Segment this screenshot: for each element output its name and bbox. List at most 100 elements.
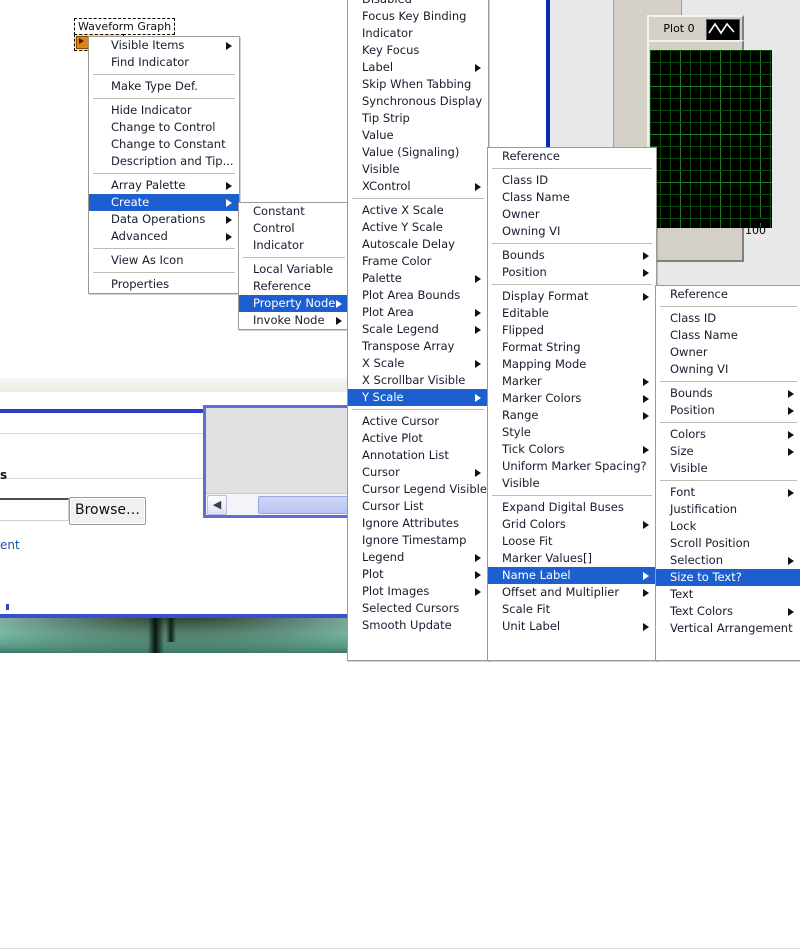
menu-item-indicator[interactable]: Indicator <box>239 237 349 254</box>
menu-item-bounds[interactable]: Bounds <box>656 385 800 402</box>
menu-item-text[interactable]: Text <box>656 586 800 603</box>
menu-item-position[interactable]: Position <box>656 402 800 419</box>
menu-item-uniform-marker-spacing[interactable]: Uniform Marker Spacing? <box>488 458 656 475</box>
menu-item-plot[interactable]: Plot <box>348 566 488 583</box>
menu-item-plot-area-bounds[interactable]: Plot Area Bounds <box>348 287 488 304</box>
menu-item-reference[interactable]: Reference <box>488 148 656 165</box>
menu-item-advanced[interactable]: Advanced <box>89 228 239 245</box>
menu-item-owner[interactable]: Owner <box>656 344 800 361</box>
menu-item-class-name[interactable]: Class Name <box>488 189 656 206</box>
menu-item-class-id[interactable]: Class ID <box>656 310 800 327</box>
menu-item-frame-color[interactable]: Frame Color <box>348 253 488 270</box>
menu-item-active-y-scale[interactable]: Active Y Scale <box>348 219 488 236</box>
menu-item-class-id[interactable]: Class ID <box>488 172 656 189</box>
menu-item-local-variable[interactable]: Local Variable <box>239 261 349 278</box>
menu-item-scale-legend[interactable]: Scale Legend <box>348 321 488 338</box>
menu-item-create[interactable]: Create <box>89 194 239 211</box>
menu-item-hide-indicator[interactable]: Hide Indicator <box>89 102 239 119</box>
menu-item-scroll-position[interactable]: Scroll Position <box>656 535 800 552</box>
menu-item-display-format[interactable]: Display Format <box>488 288 656 305</box>
menu-item-ignore-attributes[interactable]: Ignore Attributes <box>348 515 488 532</box>
menu-item-bounds[interactable]: Bounds <box>488 247 656 264</box>
menu-item-xcontrol[interactable]: XControl <box>348 178 488 195</box>
menu-item-change-to-constant[interactable]: Change to Constant <box>89 136 239 153</box>
plot-legend[interactable]: Plot 0 <box>647 15 744 43</box>
menu-item-transpose-array[interactable]: Transpose Array <box>348 338 488 355</box>
menu-item-format-string[interactable]: Format String <box>488 339 656 356</box>
menu-item-visible[interactable]: Visible <box>488 475 656 492</box>
horizontal-scrollbar[interactable]: ◀ <box>206 493 355 515</box>
waveform-graph-context-menu[interactable]: Visible Items Find Indicator Make Type Def… <box>88 36 240 294</box>
menu-item-property-node[interactable]: Property Node <box>239 295 349 312</box>
menu-item-active-cursor[interactable]: Active Cursor <box>348 413 488 430</box>
menu-item-properties[interactable]: Properties <box>89 276 239 293</box>
menu-item-font[interactable]: Font <box>656 484 800 501</box>
waveform-graph-label[interactable]: Waveform Graph <box>74 18 176 35</box>
menu-item-constant[interactable]: Constant <box>239 203 349 220</box>
menu-item-marker-colors[interactable]: Marker Colors <box>488 390 656 407</box>
menu-item-value[interactable]: Value <box>348 127 488 144</box>
menu-item-key-focus[interactable]: Key Focus <box>348 42 488 59</box>
property-node-submenu[interactable]: Disabled Focus Key Binding Indicator Key Fo… <box>347 0 489 661</box>
menu-item-annotation-list[interactable]: Annotation List <box>348 447 488 464</box>
menu-item-scale-fit[interactable]: Scale Fit <box>488 601 656 618</box>
menu-item-visible[interactable]: Visible <box>348 161 488 178</box>
menu-item-vertical-arrangement[interactable]: Vertical Arrangement <box>656 620 800 637</box>
chevron-left-icon[interactable]: ◀ <box>207 495 227 515</box>
menu-item-cursor[interactable]: Cursor <box>348 464 488 481</box>
scrollbar-thumb[interactable] <box>258 496 355 514</box>
menu-item-owning-vi[interactable]: Owning VI <box>656 361 800 378</box>
menu-item-focus-key-binding[interactable]: Focus Key Binding <box>348 8 488 25</box>
y-scale-submenu[interactable]: Reference Class ID Class Name Owner Owning V… <box>487 147 657 661</box>
content-link[interactable]: ent <box>0 538 20 552</box>
menu-item-active-x-scale[interactable]: Active X Scale <box>348 202 488 219</box>
menu-item-visible-items[interactable]: Visible Items <box>89 37 239 54</box>
menu-item-marker[interactable]: Marker <box>488 373 656 390</box>
menu-item-style[interactable]: Style <box>488 424 656 441</box>
menu-item-tick-colors[interactable]: Tick Colors <box>488 441 656 458</box>
menu-item-plot-images[interactable]: Plot Images <box>348 583 488 600</box>
menu-item-synchronous-display[interactable]: Synchronous Display <box>348 93 488 110</box>
menu-item-active-plot[interactable]: Active Plot <box>348 430 488 447</box>
menu-item-array-palette[interactable]: Array Palette <box>89 177 239 194</box>
menu-item-x-scrollbar-visible[interactable]: X Scrollbar Visible <box>348 372 488 389</box>
menu-item-invoke-node[interactable]: Invoke Node <box>239 312 349 329</box>
menu-item-name-label[interactable]: Name Label <box>488 567 656 584</box>
browse-button[interactable]: Browse… <box>69 497 146 525</box>
menu-item-class-name[interactable]: Class Name <box>656 327 800 344</box>
menu-item-disabled[interactable]: Disabled <box>348 0 488 8</box>
menu-item-y-scale[interactable]: Y Scale <box>348 389 488 406</box>
menu-item-find-indicator[interactable]: Find Indicator <box>89 54 239 71</box>
menu-item-skip-when-tabbing[interactable]: Skip When Tabbing <box>348 76 488 93</box>
menu-item-tip-strip[interactable]: Tip Strip <box>348 110 488 127</box>
menu-item-range[interactable]: Range <box>488 407 656 424</box>
menu-item-value-signaling[interactable]: Value (Signaling) <box>348 144 488 161</box>
menu-item-colors[interactable]: Colors <box>656 426 800 443</box>
menu-item-size-to-text[interactable]: Size to Text? <box>656 569 800 586</box>
menu-item-data-operations[interactable]: Data Operations <box>89 211 239 228</box>
menu-item-indicator[interactable]: Indicator <box>348 25 488 42</box>
menu-item-editable[interactable]: Editable <box>488 305 656 322</box>
menu-item-cursor-legend-visible[interactable]: Cursor Legend Visible <box>348 481 488 498</box>
menu-item-owner[interactable]: Owner <box>488 206 656 223</box>
menu-item-autoscale-delay[interactable]: Autoscale Delay <box>348 236 488 253</box>
menu-item-plot-area[interactable]: Plot Area <box>348 304 488 321</box>
menu-item-selection[interactable]: Selection <box>656 552 800 569</box>
menu-item-palette[interactable]: Palette <box>348 270 488 287</box>
menu-item-mapping-mode[interactable]: Mapping Mode <box>488 356 656 373</box>
menu-item-size[interactable]: Size <box>656 443 800 460</box>
menu-item-reference[interactable]: Reference <box>656 286 800 303</box>
menu-item-selected-cursors[interactable]: Selected Cursors <box>348 600 488 617</box>
menu-item-label[interactable]: Label <box>348 59 488 76</box>
name-label-submenu[interactable]: Reference Class ID Class Name Owner Owning V… <box>655 285 800 661</box>
menu-item-offset-and-multiplier[interactable]: Offset and Multiplier <box>488 584 656 601</box>
menu-item-text-colors[interactable]: Text Colors <box>656 603 800 620</box>
menu-item-expand-digital-buses[interactable]: Expand Digital Buses <box>488 499 656 516</box>
menu-item-lock[interactable]: Lock <box>656 518 800 535</box>
file-path-input[interactable] <box>0 498 69 521</box>
menu-item-ignore-timestamp[interactable]: Ignore Timestamp <box>348 532 488 549</box>
waveform-plot-icon[interactable] <box>706 19 740 41</box>
menu-item-unit-label[interactable]: Unit Label <box>488 618 656 635</box>
menu-item-x-scale[interactable]: X Scale <box>348 355 488 372</box>
menu-item-grid-colors[interactable]: Grid Colors <box>488 516 656 533</box>
